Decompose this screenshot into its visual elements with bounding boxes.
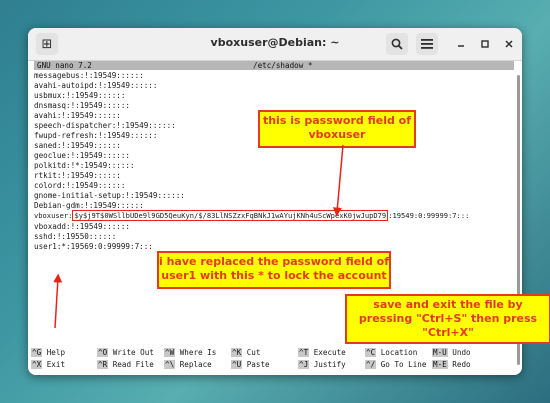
file-line: saned:!:19549:::::: [34, 141, 121, 150]
window-title: vboxuser@Debian: ~ [210, 36, 340, 49]
shortcut-exit[interactable]: ^X Exit [31, 360, 65, 370]
nano-version: GNU nano 7.2 [37, 61, 92, 70]
file-line: sshd:!:19550:::::: [34, 232, 117, 241]
annotation-line: "Ctrl+X" [422, 326, 474, 339]
nano-header-bar: GNU nano 7.2 /etc/shadow * [34, 61, 514, 70]
file-line: speech-dispatcher:!:19549:::::: [34, 121, 176, 130]
shortcut-undo[interactable]: M-U Undo [432, 348, 471, 358]
shortcut-label: Execute [313, 348, 346, 357]
annotation-line: user1 with this * to lock the account [161, 269, 387, 282]
file-line: colord:!:19549:::::: [34, 181, 126, 190]
annotation-line: this is password field of [262, 114, 412, 127]
file-line: vboxadd:!:19549:::::: [34, 222, 131, 231]
shortcut-replace[interactable]: ^\ Replace [164, 360, 212, 370]
annotation-line: i have replaced the password field of [159, 255, 390, 268]
vboxuser-line: vboxuser: $y$j9T$0WSllbUDe9l9GD5QeuKyn/$/… [34, 210, 470, 221]
shortcut-label: Where Is [179, 348, 217, 357]
shortcut-label: Cut [246, 348, 261, 357]
annotation-save-exit: save and exit the file by pressing "Ctrl… [345, 294, 550, 344]
shortcut-label: Exit [46, 360, 66, 369]
shortcut-cut[interactable]: ^K Cut [231, 348, 260, 358]
file-line: rtkit:!:19549:::::: [34, 171, 121, 180]
shortcut-key: ^\ [164, 360, 176, 369]
shortcut-key: ^/ [365, 360, 377, 369]
shortcut-label: Redo [452, 360, 471, 369]
minimize-button[interactable] [450, 33, 472, 55]
shortcut-paste[interactable]: ^U Paste [231, 360, 270, 370]
file-line: avahi:!:19549:::::: [34, 111, 121, 120]
file-line: messagebus:!:19549:::::: [34, 71, 144, 80]
hamburger-menu-button[interactable] [416, 33, 438, 55]
file-line: geoclue:!:19549:::::: [34, 151, 131, 160]
shortcut-label: Justify [313, 360, 346, 369]
close-button[interactable] [498, 33, 520, 55]
shortcut-key: ^R [97, 360, 109, 369]
annotation-password-field: this is password field of vboxuser [258, 110, 416, 148]
maximize-button[interactable] [474, 33, 496, 55]
shortcut-key: ^K [231, 348, 243, 357]
shortcut-key: ^J [298, 360, 310, 369]
shortcut-label: Undo [452, 348, 471, 357]
annotation-replaced: i have replaced the password field of us… [157, 251, 391, 289]
shortcut-label: Location [380, 348, 418, 357]
shortcut-read-file[interactable]: ^R Read File [97, 360, 154, 370]
file-line: avahi-autoipd:!:19549:::::: [34, 81, 158, 90]
vboxuser-password-hash: $y$j9T$0WSllbUDe9l9GD5QeuKyn/$/83LlNSZzx… [72, 210, 389, 221]
file-line: fwupd-refresh:!:19549:::::: [34, 131, 158, 140]
file-line: usbmux:!:19549:::::: [34, 91, 126, 100]
search-button[interactable] [386, 33, 408, 55]
shortcut-label: Go To Line [380, 360, 427, 369]
shortcut-label: Help [46, 348, 66, 357]
shortcut-key: ^C [365, 348, 377, 357]
vboxuser-prefix: vboxuser: [34, 211, 73, 220]
shortcut-key: ^W [164, 348, 176, 357]
annotation-line: save and exit the file by [373, 298, 523, 311]
close-icon [505, 40, 513, 48]
user1-line: user1:*:19569:0:99999:7::: [34, 242, 153, 251]
search-icon [391, 38, 403, 50]
shortcut-redo[interactable]: M-E Redo [432, 360, 471, 370]
maximize-icon [481, 40, 489, 48]
shortcut-key: M-U [432, 348, 448, 357]
shortcut-key: ^U [231, 360, 243, 369]
shortcut-key: ^X [31, 360, 43, 369]
file-line: dnsmasq:!:19549:::::: [34, 101, 131, 110]
shortcut-label: Paste [246, 360, 270, 369]
shortcut-key: ^O [97, 348, 109, 357]
shortcut-label: Replace [179, 360, 212, 369]
file-line: polkitd:!*:19549:::::: [34, 161, 135, 170]
vboxuser-suffix: :19549:0:99999:7::: [388, 211, 470, 220]
shortcut-justify[interactable]: ^J Justify [298, 360, 346, 370]
shortcut-write-out[interactable]: ^O Write Out [97, 348, 154, 358]
annotation-line: vboxuser [308, 128, 366, 141]
shortcut-help[interactable]: ^G Help [31, 348, 65, 358]
menu-icon [421, 39, 433, 49]
shortcut-label: Write Out [112, 348, 154, 357]
title-bar: ⊞ vboxuser@Debian: ~ [28, 28, 522, 61]
shortcut-execute[interactable]: ^T Execute [298, 348, 346, 358]
shortcut-label: Read File [112, 360, 154, 369]
nano-filename: /etc/shadow * [253, 61, 313, 70]
shortcut-key: ^T [298, 348, 310, 357]
file-line: gnome-initial-setup:!:19549:::::: [34, 191, 185, 200]
minimize-icon [458, 45, 464, 47]
shortcut-location[interactable]: ^C Location [365, 348, 417, 358]
annotation-line: pressing "Ctrl+S" then press [358, 312, 538, 325]
shortcut-where-is[interactable]: ^W Where Is [164, 348, 216, 358]
shortcut-key: M-E [432, 360, 448, 369]
shortcut-key: ^G [31, 348, 43, 357]
shortcut-go-to-line[interactable]: ^/ Go To Line [365, 360, 426, 370]
